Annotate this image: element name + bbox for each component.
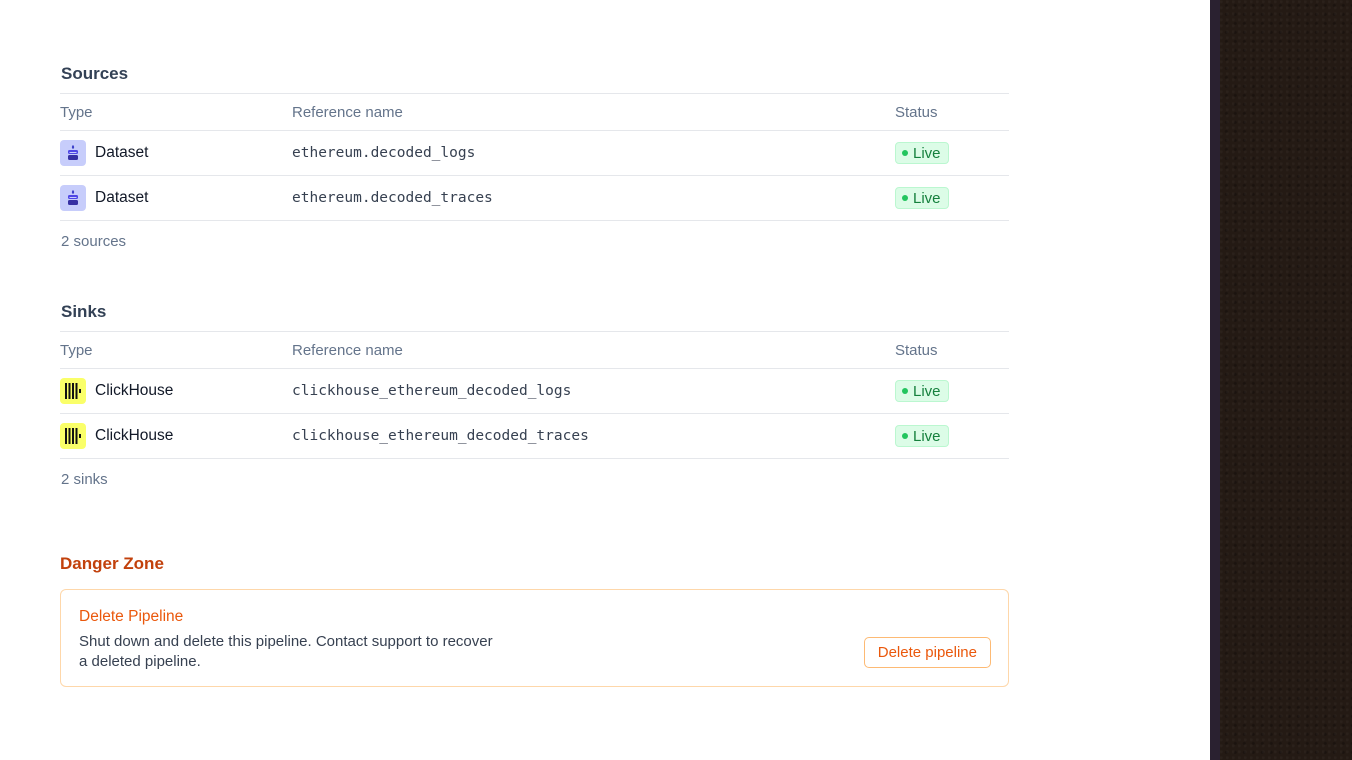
sinks-title: Sinks xyxy=(61,302,107,321)
sinks-table-header: Type Reference name Status xyxy=(60,332,1009,369)
clickhouse-icon xyxy=(60,423,86,449)
table-row[interactable]: ClickHouse clickhouse_ethereum_decoded_l… xyxy=(60,369,1009,414)
type-cell: ClickHouse xyxy=(60,423,292,449)
type-label: Dataset xyxy=(95,144,149,161)
delete-pipeline-description: Shut down and delete this pipeline. Cont… xyxy=(79,633,493,670)
column-header-status: Status xyxy=(895,103,938,121)
sources-count: 2 sources xyxy=(61,233,127,250)
column-header-status: Status xyxy=(895,341,938,359)
type-cell: ClickHouse xyxy=(60,378,292,404)
column-header-reference: Reference name xyxy=(292,341,403,359)
reference-name: clickhouse_ethereum_decoded_traces xyxy=(292,428,589,444)
table-row[interactable]: Dataset ethereum.decoded_logs Live xyxy=(60,131,1009,176)
status-text: Live xyxy=(913,189,941,207)
type-label: ClickHouse xyxy=(95,382,174,399)
reference-name: clickhouse_ethereum_decoded_logs xyxy=(292,383,572,399)
status-text: Live xyxy=(913,427,941,445)
danger-zone-panel: Delete Pipeline Shut down and delete thi… xyxy=(60,589,1009,687)
column-header-type: Type xyxy=(60,341,93,359)
status-dot-icon xyxy=(902,433,908,439)
sources-table: Type Reference name Status Dataset ether… xyxy=(60,93,1009,221)
sinks-table: Type Reference name Status ClickHouse cl… xyxy=(60,331,1009,459)
status-cell: Live xyxy=(895,142,1009,164)
status-cell: Live xyxy=(895,187,1009,209)
status-text: Live xyxy=(913,382,941,400)
type-label: ClickHouse xyxy=(95,427,174,444)
type-cell: Dataset xyxy=(60,185,292,211)
status-badge: Live xyxy=(895,380,949,402)
column-header-reference: Reference name xyxy=(292,103,403,121)
clickhouse-icon xyxy=(60,378,86,404)
status-badge: Live xyxy=(895,425,949,447)
status-badge: Live xyxy=(895,187,949,209)
sinks-count: 2 sinks xyxy=(61,471,108,488)
danger-zone-title: Danger Zone xyxy=(60,554,164,573)
status-cell: Live xyxy=(895,380,1009,402)
status-cell: Live xyxy=(895,425,1009,447)
column-header-type: Type xyxy=(60,103,93,121)
type-cell: Dataset xyxy=(60,140,292,166)
main-panel: Sources Type Reference name Status Datas… xyxy=(0,0,1210,760)
window-edge xyxy=(1210,0,1220,760)
sources-title: Sources xyxy=(61,64,129,83)
status-dot-icon xyxy=(902,388,908,394)
status-dot-icon xyxy=(902,150,908,156)
sinks-section: Sinks Type Reference name Status ClickHo… xyxy=(60,299,1009,488)
status-text: Live xyxy=(913,144,941,162)
table-row[interactable]: Dataset ethereum.decoded_traces Live xyxy=(60,176,1009,221)
sources-table-header: Type Reference name Status xyxy=(60,94,1009,131)
reference-name: ethereum.decoded_logs xyxy=(292,145,476,161)
status-badge: Live xyxy=(895,142,949,164)
reference-name: ethereum.decoded_traces xyxy=(292,190,493,206)
dataset-icon xyxy=(60,185,86,211)
status-dot-icon xyxy=(902,195,908,201)
desktop-background xyxy=(1220,0,1352,760)
table-row[interactable]: ClickHouse clickhouse_ethereum_decoded_t… xyxy=(60,414,1009,459)
delete-pipeline-button[interactable]: Delete pipeline xyxy=(863,637,991,668)
type-label: Dataset xyxy=(95,189,149,206)
delete-pipeline-heading: Delete Pipeline xyxy=(79,608,184,625)
dataset-icon xyxy=(60,140,86,166)
sources-section: Sources Type Reference name Status Datas… xyxy=(60,61,1009,250)
